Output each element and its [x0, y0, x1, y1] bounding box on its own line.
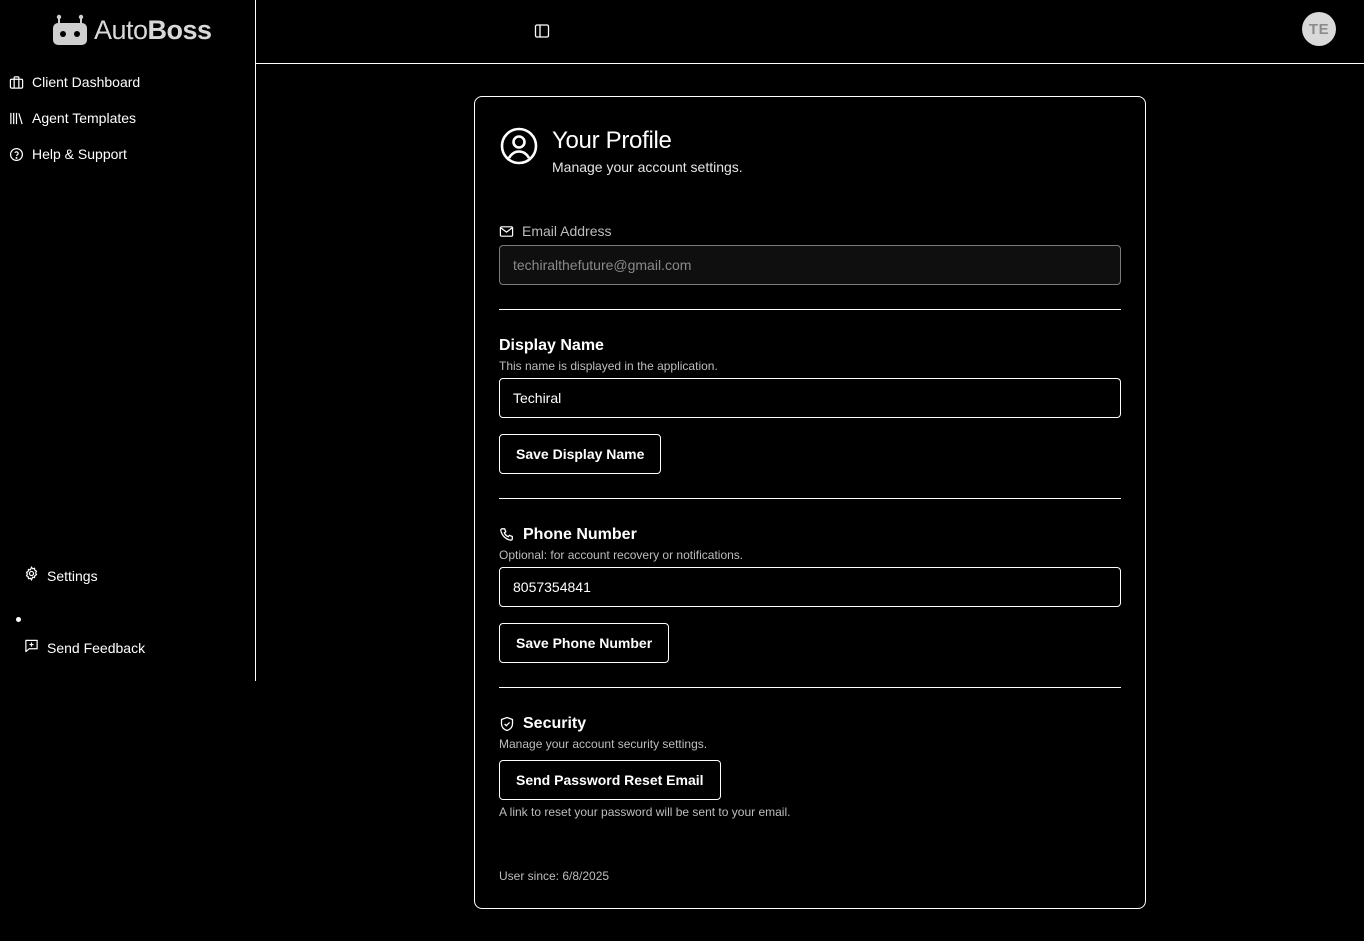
- profile-card: Your Profile Manage your account setting…: [474, 96, 1146, 909]
- email-label-row: Email Address: [499, 223, 611, 239]
- sidebar-item-send-feedback[interactable]: Send Feedback: [24, 632, 244, 664]
- security-hint: Manage your account security settings.: [499, 737, 708, 751]
- divider: [499, 309, 1121, 310]
- phone-icon: [500, 528, 513, 541]
- security-title: Security: [523, 715, 587, 732]
- library-icon: [8, 110, 24, 126]
- mail-icon: [499, 225, 514, 237]
- phone-input[interactable]: 8057354841: [499, 567, 1121, 607]
- sidebar-item-client-dashboard[interactable]: Client Dashboard: [8, 64, 248, 100]
- sidebar-feedback-group: Send Feedback: [24, 632, 244, 664]
- phone-hint: Optional: for account recovery or notifi…: [499, 548, 744, 562]
- sidebar-item-label: Send Feedback: [47, 640, 146, 656]
- display-name-input[interactable]: Techiral: [499, 378, 1121, 418]
- sidebar-item-label: Help & Support: [32, 146, 127, 162]
- sidebar-item-settings[interactable]: Settings: [24, 560, 244, 592]
- shield-check-icon: [500, 716, 514, 732]
- save-display-name-button[interactable]: Save Display Name: [499, 434, 662, 474]
- email-label: Email Address: [522, 223, 612, 239]
- sidebar-item-agent-templates[interactable]: Agent Templates: [8, 100, 248, 136]
- password-reset-note: A link to reset your password will be se…: [499, 805, 791, 819]
- sidebar-nav: Client Dashboard Agent Templates Help & …: [8, 64, 248, 172]
- briefcase-icon: [8, 74, 24, 90]
- sidebar-item-help-support[interactable]: Help & Support: [8, 136, 248, 172]
- user-since: User since: 6/8/2025: [499, 869, 610, 883]
- email-field: techiralthefuture@gmail.com: [499, 245, 1121, 285]
- robot-logo-icon: [53, 14, 87, 45]
- page-title: Your Profile: [552, 127, 672, 154]
- brand-name-light: Auto: [94, 14, 148, 45]
- phone-title-row: Phone Number: [499, 526, 637, 544]
- page-subtitle: Manage your account settings.: [552, 159, 743, 175]
- brand-name-bold: Boss: [147, 14, 213, 45]
- security-title-row: Security: [499, 715, 586, 733]
- brand-name: AutoBoss: [94, 15, 212, 46]
- app-root: AutoBoss Client Dashboard Agent Template…: [0, 0, 1364, 941]
- divider: [499, 687, 1121, 688]
- save-phone-number-button[interactable]: Save Phone Number: [499, 623, 670, 663]
- phone-title: Phone Number: [523, 526, 637, 543]
- sidebar-bottom-nav: Settings: [24, 560, 244, 592]
- send-password-reset-button[interactable]: Send Password Reset Email: [499, 760, 721, 800]
- display-name-hint: This name is displayed in the applicatio…: [499, 359, 718, 373]
- display-name-title-row: Display Name: [499, 337, 604, 355]
- sidebar-toggle-icon: [534, 24, 550, 38]
- bullet-dot: [16, 617, 21, 622]
- user-circle-icon: [500, 127, 538, 165]
- divider: [499, 498, 1121, 499]
- sidebar-toggle-button[interactable]: [534, 23, 550, 39]
- sidebar-item-label: Client Dashboard: [32, 74, 141, 90]
- brand-logo[interactable]: AutoBoss: [52, 14, 212, 46]
- message-plus-icon: [24, 638, 39, 658]
- sidebar-item-label: Agent Templates: [32, 110, 137, 126]
- help-circle-icon: [8, 146, 24, 162]
- profile-header: Your Profile Manage your account setting…: [500, 127, 743, 175]
- sidebar: AutoBoss Client Dashboard Agent Template…: [0, 0, 256, 681]
- sidebar-item-label: Settings: [47, 568, 98, 584]
- display-name-title: Display Name: [499, 337, 604, 354]
- top-header: TE: [256, 0, 1364, 64]
- gear-icon: [24, 566, 39, 586]
- avatar[interactable]: TE: [1302, 12, 1336, 46]
